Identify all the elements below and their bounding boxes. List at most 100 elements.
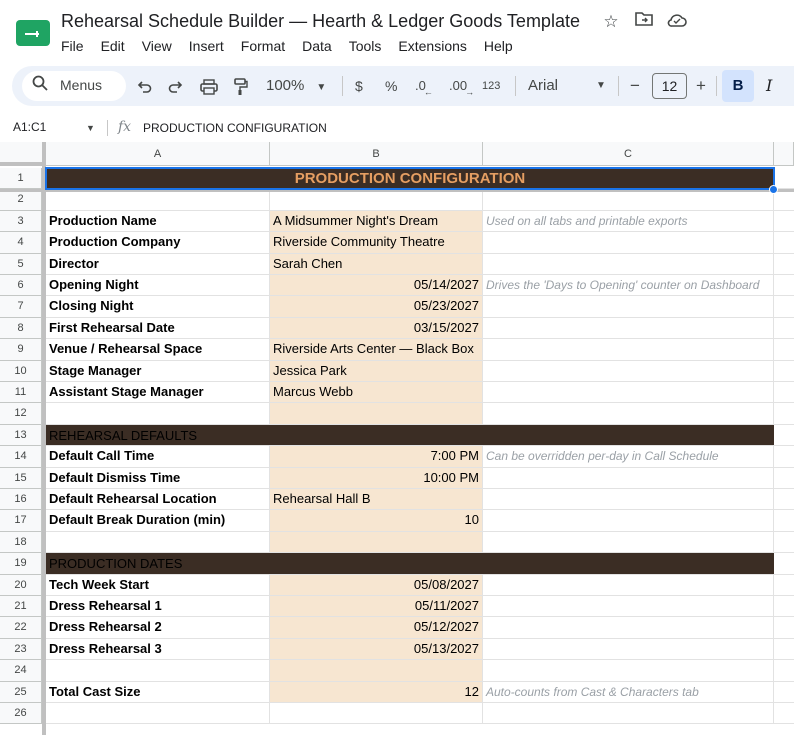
menu-format[interactable]: Format [232, 36, 293, 57]
field-label[interactable]: Opening Night [46, 275, 270, 297]
menu-file[interactable]: File [52, 36, 92, 57]
field-value-input[interactable] [270, 531, 483, 554]
italic-button[interactable]: I [766, 66, 772, 106]
redo-icon[interactable] [168, 66, 184, 106]
field-note[interactable] [483, 317, 774, 340]
field-note[interactable]: Can be overridden per-day in Call Schedu… [483, 446, 774, 468]
select-all-corner[interactable] [0, 142, 46, 166]
field-value-input[interactable]: 05/14/2027 [270, 275, 483, 297]
field-value-input[interactable]: Riverside Community Theatre [270, 232, 483, 254]
field-value-input[interactable]: 03/15/2027 [270, 317, 483, 340]
field-label[interactable] [46, 189, 270, 211]
column-header-c[interactable]: C [483, 142, 774, 166]
menu-insert[interactable]: Insert [180, 36, 232, 57]
document-title[interactable]: Rehearsal Schedule Builder — Hearth & Le… [61, 11, 580, 32]
field-note[interactable]: Drives the 'Days to Opening' counter on … [483, 275, 774, 297]
field-label[interactable] [46, 531, 270, 554]
field-value-input[interactable]: 05/12/2027 [270, 617, 483, 639]
field-value-input[interactable]: Jessica Park [270, 360, 483, 382]
field-value-input[interactable] [270, 189, 483, 211]
font-family-select[interactable]: Arial ▼ [528, 66, 606, 106]
sheet-title-banner[interactable]: PRODUCTION CONFIGURATION [46, 168, 774, 190]
field-value-input[interactable] [270, 703, 483, 725]
zoom-select[interactable]: 100% ▼ [266, 66, 326, 106]
row-header[interactable]: 6 [0, 275, 42, 297]
undo-icon[interactable] [136, 66, 152, 106]
menu-help[interactable]: Help [475, 36, 521, 57]
field-value-input[interactable]: Rehearsal Hall B [270, 489, 483, 511]
menu-view[interactable]: View [133, 36, 180, 57]
field-note[interactable] [483, 638, 774, 661]
field-note[interactable] [483, 189, 774, 211]
decrease-font-size-button[interactable]: − [630, 66, 640, 106]
field-label[interactable]: Default Break Duration (min) [46, 510, 270, 532]
row-header[interactable]: 8 [0, 317, 42, 340]
row-header[interactable]: 20 [0, 574, 42, 596]
field-value-input[interactable]: 05/08/2027 [270, 574, 483, 596]
field-label[interactable]: Director [46, 253, 270, 275]
row-header[interactable]: 14 [0, 446, 42, 468]
field-note[interactable] [483, 596, 774, 618]
sheet-grid[interactable]: A B C 1 PRODUCTION CONFIGURATION 2 3 Production… [0, 142, 794, 735]
paint-format-icon[interactable] [233, 66, 249, 106]
formula-input[interactable]: PRODUCTION CONFIGURATION [143, 121, 327, 135]
section-header[interactable]: REHEARSAL DEFAULTS [46, 424, 774, 447]
currency-format-button[interactable]: $ [355, 66, 363, 106]
row-header[interactable]: 16 [0, 489, 42, 511]
row-header[interactable]: 1 [0, 168, 42, 190]
more-formats-button[interactable]: 123 [482, 66, 500, 106]
star-icon[interactable]: ☆ [600, 11, 622, 33]
field-note[interactable] [483, 703, 774, 725]
field-value-input[interactable] [270, 403, 483, 425]
field-label[interactable]: Dress Rehearsal 2 [46, 617, 270, 639]
field-label[interactable]: Default Dismiss Time [46, 467, 270, 489]
field-label[interactable] [46, 660, 270, 682]
field-note[interactable] [483, 253, 774, 275]
row-header[interactable]: 18 [0, 531, 42, 554]
field-note[interactable]: Used on all tabs and printable exports [483, 210, 774, 233]
field-label[interactable]: Dress Rehearsal 1 [46, 596, 270, 618]
percent-format-button[interactable]: % [385, 66, 397, 106]
field-note[interactable] [483, 360, 774, 382]
row-header[interactable]: 26 [0, 703, 42, 725]
column-header-a[interactable]: A [46, 142, 270, 166]
print-icon[interactable] [200, 66, 218, 106]
cloud-status-icon[interactable] [666, 11, 688, 33]
name-box-dropdown-icon[interactable]: ▼ [86, 123, 95, 133]
field-label[interactable]: Total Cast Size [46, 681, 270, 703]
font-size-input[interactable]: 12 [652, 73, 687, 99]
row-header[interactable]: 4 [0, 232, 42, 254]
field-note[interactable] [483, 510, 774, 532]
menu-extensions[interactable]: Extensions [389, 36, 474, 57]
field-label[interactable]: Tech Week Start [46, 574, 270, 596]
field-label[interactable]: Venue / Rehearsal Space [46, 339, 270, 361]
row-header[interactable]: 23 [0, 638, 42, 661]
field-note[interactable] [483, 467, 774, 489]
row-header[interactable]: 19 [0, 553, 42, 575]
field-note[interactable] [483, 660, 774, 682]
field-label[interactable] [46, 703, 270, 725]
field-value-input[interactable]: A Midsummer Night's Dream [270, 210, 483, 233]
increase-font-size-button[interactable]: + [696, 66, 706, 106]
bold-button[interactable]: B [722, 70, 754, 102]
menu-tools[interactable]: Tools [340, 36, 390, 57]
menu-data[interactable]: Data [293, 36, 340, 57]
field-note[interactable]: Auto-counts from Cast & Characters tab [483, 681, 774, 703]
row-header[interactable]: 12 [0, 403, 42, 425]
field-label[interactable]: Default Call Time [46, 446, 270, 468]
field-note[interactable] [483, 403, 774, 425]
menu-edit[interactable]: Edit [92, 36, 133, 57]
field-value-input[interactable]: 10:00 PM [270, 467, 483, 489]
row-header[interactable]: 17 [0, 510, 42, 532]
row-header[interactable]: 10 [0, 360, 42, 382]
field-value-input[interactable]: Marcus Webb [270, 382, 483, 404]
row-header[interactable]: 5 [0, 253, 42, 275]
field-value-input[interactable]: 05/11/2027 [270, 596, 483, 618]
field-value-input[interactable]: 05/13/2027 [270, 638, 483, 661]
row-header[interactable]: 11 [0, 382, 42, 404]
field-note[interactable] [483, 382, 774, 404]
decrease-decimals-button[interactable]: .0← [415, 66, 435, 106]
row-header[interactable]: 22 [0, 617, 42, 639]
row-header[interactable]: 7 [0, 296, 42, 318]
field-value-input[interactable]: 12 [270, 681, 483, 703]
